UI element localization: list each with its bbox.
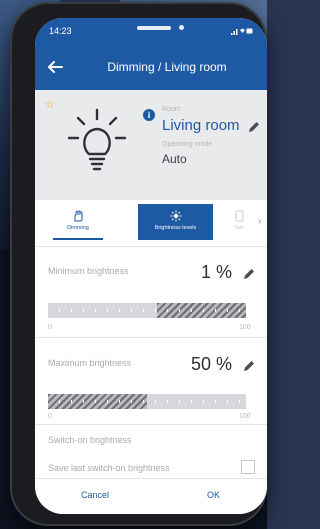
star-icon[interactable]: ☆ — [45, 98, 55, 111]
tab-dimming[interactable]: Dimming — [53, 204, 103, 240]
status-time: 14:23 — [49, 26, 72, 36]
maximum-brightness-slider[interactable] — [48, 394, 246, 409]
switch-on-brightness-section: Switch-on brightness Save last switch-on… — [35, 425, 267, 478]
pencil-icon[interactable] — [248, 121, 260, 133]
page-title: Dimming / Living room — [107, 60, 227, 74]
hand-icon — [74, 210, 82, 222]
switch-on-brightness-label: Switch-on brightness — [48, 435, 132, 445]
scale-max: 100 — [239, 324, 251, 331]
tab-label: Brightness levels — [154, 225, 197, 231]
operating-mode-label: Operating mode — [162, 141, 213, 148]
arrow-left-icon[interactable] — [45, 57, 65, 77]
app-bar: Dimming / Living room — [35, 44, 267, 90]
room-name: Living room — [162, 117, 240, 134]
tab-label: Dimming — [67, 225, 89, 231]
slider-ticks — [48, 400, 246, 403]
save-last-switch-on-checkbox[interactable] — [241, 460, 255, 474]
save-last-switch-on-label: Save last switch-on brightness — [48, 463, 170, 473]
minimum-brightness-section: Minimum brightness 1 % 0 100 — [35, 247, 267, 337]
chevron-right-icon[interactable]: › — [258, 216, 261, 227]
room-label: Room — [162, 106, 181, 113]
minimum-brightness-value: 1 % — [201, 262, 233, 282]
info-icon[interactable]: i — [143, 109, 155, 121]
operating-mode-value: Auto — [162, 152, 187, 166]
light-bulb-icon — [67, 108, 127, 171]
sun-icon — [170, 210, 181, 222]
phone-screen: 14:23 Dimming / Living room ☆ i Room Liv… — [35, 18, 267, 514]
device-card: ☆ i Room Living room Operating mode Auto — [35, 90, 267, 200]
phone-frame: 14:23 Dimming / Living room ☆ i Room Liv… — [12, 4, 267, 524]
camera-dot — [179, 25, 184, 30]
tab-switch[interactable]: Swi — [223, 204, 255, 240]
tab-brightness-levels[interactable]: Brightness levels — [138, 204, 213, 240]
signal-wifi-battery-icon — [231, 28, 253, 35]
dialog-footer: Cancel OK — [35, 478, 267, 514]
switch-icon — [235, 210, 243, 222]
scale-min: 0 — [48, 413, 52, 420]
minimum-brightness-label: Minimum brightness — [48, 266, 129, 276]
pencil-icon[interactable] — [243, 360, 255, 372]
maximum-brightness-label: Maximum brightness — [48, 358, 132, 368]
pencil-icon[interactable] — [243, 268, 255, 280]
tab-label: Swi — [234, 225, 244, 231]
scale-min: 0 — [48, 324, 52, 331]
maximum-brightness-section: Maximum brightness 50 % 0 100 — [35, 338, 267, 424]
maximum-brightness-value: 50 % — [191, 354, 233, 374]
slider-ticks — [48, 309, 246, 312]
cancel-button[interactable]: Cancel — [81, 490, 109, 500]
speaker-notch — [137, 26, 171, 30]
tab-bar: Dimming Brightness levels Swi › — [35, 200, 267, 247]
minimum-brightness-slider[interactable] — [48, 303, 246, 318]
status-bar: 14:23 — [35, 18, 267, 44]
tab-selected-indicator — [53, 238, 103, 240]
ok-button[interactable]: OK — [207, 490, 220, 500]
scale-max: 100 — [239, 413, 251, 420]
